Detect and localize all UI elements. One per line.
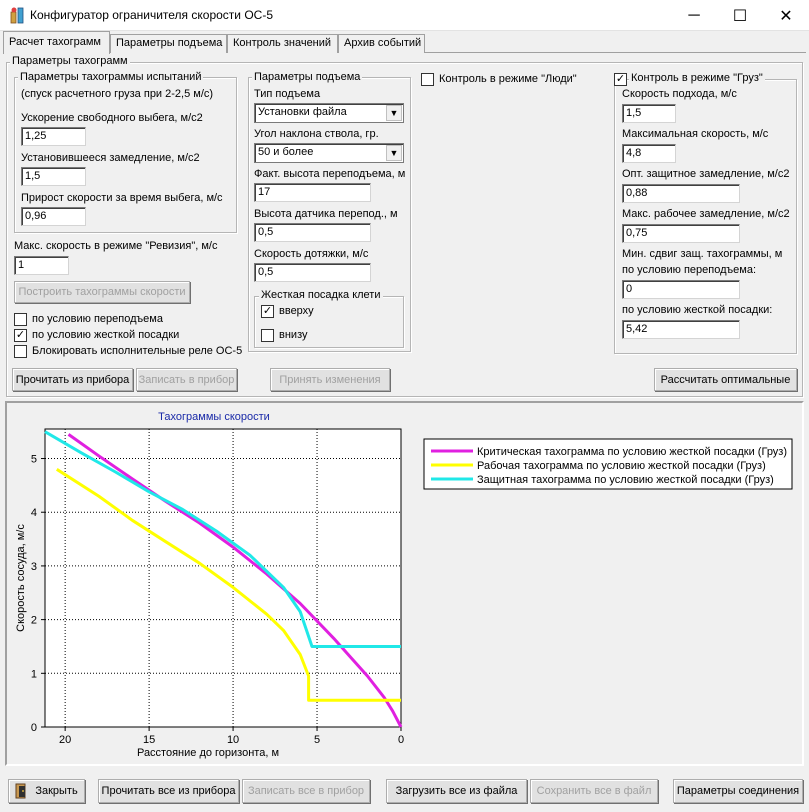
read-all-button[interactable]: Прочитать все из прибора — [98, 779, 239, 803]
y-tick-label: 4 — [31, 507, 37, 519]
tab-lift-params[interactable]: Параметры подъема — [110, 34, 227, 53]
max-speed-input[interactable]: 4,8 — [622, 144, 676, 163]
overlift-checkbox-label: по условию переподъема — [32, 313, 163, 325]
close-button[interactable]: Закрыть — [8, 779, 85, 803]
x-tick-label: 15 — [143, 734, 155, 746]
tab-event-archive[interactable]: Архив событий — [338, 34, 425, 53]
connection-params-button[interactable]: Параметры соединения — [673, 779, 803, 803]
x-tick-label: 10 — [227, 734, 239, 746]
calc-optimal-button[interactable]: Рассчитать оптимальные — [654, 368, 797, 391]
load-file-button[interactable]: Загрузить все из файла — [386, 779, 527, 803]
title-bar: Конфигуратор ограничителя скорости ОС-5 … — [0, 0, 809, 31]
block-relay-checkbox-label: Блокировать исполнительные реле ОС-5 — [32, 345, 243, 357]
x-tick-label: 20 — [59, 734, 71, 746]
lift-type-select[interactable]: Установки файла ▼ — [254, 103, 404, 123]
revision-speed-input[interactable]: 1 — [14, 256, 69, 275]
freerun-accel-label: Ускорение свободного выбега, м/с2 — [21, 112, 203, 124]
close-button-label: Закрыть — [35, 785, 78, 797]
hard-landing-title: Жесткая посадка клети — [259, 289, 383, 301]
read-from-device-button[interactable]: Прочитать из прибора — [12, 368, 133, 391]
y-tick-label: 2 — [31, 615, 37, 627]
landing-bottom-label: внизу — [279, 329, 308, 341]
revision-speed-label: Макс. скорость в режиме "Ревизия", м/с — [14, 240, 218, 252]
x-tick-label: 0 — [398, 734, 404, 746]
max-speed-label: Максимальная скорость, м/с — [622, 128, 769, 140]
y-tick-label: 1 — [31, 668, 37, 680]
app-icon — [8, 6, 26, 24]
overlift-height-input[interactable]: 17 — [254, 183, 371, 202]
x-tick-label: 5 — [314, 734, 320, 746]
build-tachograms-button[interactable]: Построить тахограммы скорости — [14, 281, 190, 303]
overlift-checkbox[interactable] — [14, 313, 27, 326]
people-mode-label: Контроль в режиме "Люди" — [439, 73, 577, 85]
chart-panel: Тахограммы скорости 20 15 10 5 0 0 1 2 3 4 5 Расс… — [5, 401, 804, 766]
opt-decel-input[interactable]: 0,88 — [622, 184, 740, 203]
finish-speed-input[interactable]: 0,5 — [254, 263, 371, 282]
shaft-angle-value: 50 и более — [258, 146, 314, 158]
overlift-height-label: Факт. высота переподъема, м — [254, 168, 406, 180]
max-decel-input[interactable]: 0,75 — [622, 224, 740, 243]
hard-landing-checkbox-label: по условию жесткой посадки — [32, 329, 180, 341]
maximize-button[interactable]: ☐ — [717, 0, 763, 31]
cargo-mode-label: Контроль в режиме "Груз" — [629, 72, 765, 84]
tab-tachograms[interactable]: Расчет тахограмм — [3, 31, 110, 54]
speed-increase-input[interactable]: 0,96 — [21, 207, 86, 226]
min-shift-landing-input[interactable]: 5,42 — [622, 320, 740, 339]
window-title: Конфигуратор ограничителя скорости ОС-5 — [30, 8, 273, 22]
accept-changes-button[interactable]: Принять изменения — [270, 368, 390, 391]
exit-door-icon — [15, 783, 29, 799]
lift-params-title: Параметры подъема — [252, 71, 363, 83]
close-window-button[interactable]: ✕ — [763, 0, 809, 31]
save-file-button[interactable]: Сохранить все в файл — [530, 779, 658, 803]
lift-type-value: Установки файла — [258, 106, 347, 118]
landing-top-label: вверху — [279, 305, 314, 317]
tab-value-control[interactable]: Контроль значений — [227, 34, 338, 53]
y-axis-label: Скорость сосуда, м/с — [15, 524, 27, 632]
y-tick-label: 5 — [31, 454, 37, 466]
min-shift-landing-label: по условию жесткой посадки: — [622, 304, 773, 316]
minimize-button[interactable]: ─ — [671, 0, 717, 31]
shaft-angle-select[interactable]: 50 и более ▼ — [254, 143, 404, 163]
write-all-button[interactable]: Записать все в прибор — [242, 779, 370, 803]
steady-decel-label: Установившееся замедление, м/с2 — [21, 152, 200, 164]
cargo-mode-checkbox[interactable]: ✓ — [614, 73, 627, 86]
y-tick-label: 0 — [31, 722, 37, 734]
test-params-title: Параметры тахограммы испытаний — [18, 71, 204, 83]
steady-decel-input[interactable]: 1,5 — [21, 167, 86, 186]
hard-landing-group — [254, 296, 404, 348]
legend-label: Защитная тахограмма по условию жесткой п… — [477, 474, 774, 486]
opt-decel-label: Опт. защитное замедление, м/с2 — [622, 168, 790, 180]
legend-label: Критическая тахограмма по условию жестко… — [477, 446, 787, 458]
min-shift-overlift-input[interactable]: 0 — [622, 280, 740, 299]
plot-area — [44, 428, 402, 728]
legend-label: Рабочая тахограмма по условию жесткой по… — [477, 460, 766, 472]
speed-increase-label: Прирост скорости за время выбега, м/с — [21, 192, 223, 204]
min-shift-label: Мин. сдвиг защ. тахограммы, м — [622, 248, 783, 260]
lift-type-label: Тип подъема — [254, 88, 321, 100]
hard-landing-checkbox[interactable]: ✓ — [14, 329, 27, 342]
max-decel-label: Макс. рабочее замедление, м/с2 — [622, 208, 790, 220]
finish-speed-label: Скорость дотяжки, м/с — [254, 248, 369, 260]
shaft-angle-label: Угол наклона ствола, гр. — [254, 128, 379, 140]
test-params-subtitle: (спуск расчетного груза при 2-2,5 м/с) — [21, 88, 214, 100]
x-axis-label: Расстояние до горизонта, м — [137, 747, 279, 759]
chart-title: Тахограммы скорости — [158, 411, 270, 423]
approach-speed-input[interactable]: 1,5 — [622, 104, 676, 123]
freerun-accel-input[interactable]: 1,25 — [21, 127, 86, 146]
sensor-height-input[interactable]: 0,5 — [254, 223, 371, 242]
speed-chart: Тахограммы скорости 20 15 10 5 0 0 1 2 3 4 5 Расс… — [15, 411, 793, 759]
landing-top-checkbox[interactable]: ✓ — [261, 305, 274, 318]
chevron-down-icon[interactable]: ▼ — [386, 105, 402, 121]
landing-bottom-checkbox[interactable] — [261, 329, 274, 342]
block-relay-checkbox[interactable] — [14, 345, 27, 358]
tachogram-params-title: Параметры тахограмм — [10, 55, 130, 67]
write-to-device-button[interactable]: Записать в прибор — [136, 368, 237, 391]
chevron-down-icon[interactable]: ▼ — [386, 145, 402, 161]
y-tick-label: 3 — [31, 561, 37, 573]
min-shift-overlift-label: по условию переподъема: — [622, 264, 757, 276]
approach-speed-label: Скорость подхода, м/с — [622, 88, 737, 100]
people-mode-checkbox[interactable] — [421, 73, 434, 86]
sensor-height-label: Высота датчика перепод., м — [254, 208, 398, 220]
